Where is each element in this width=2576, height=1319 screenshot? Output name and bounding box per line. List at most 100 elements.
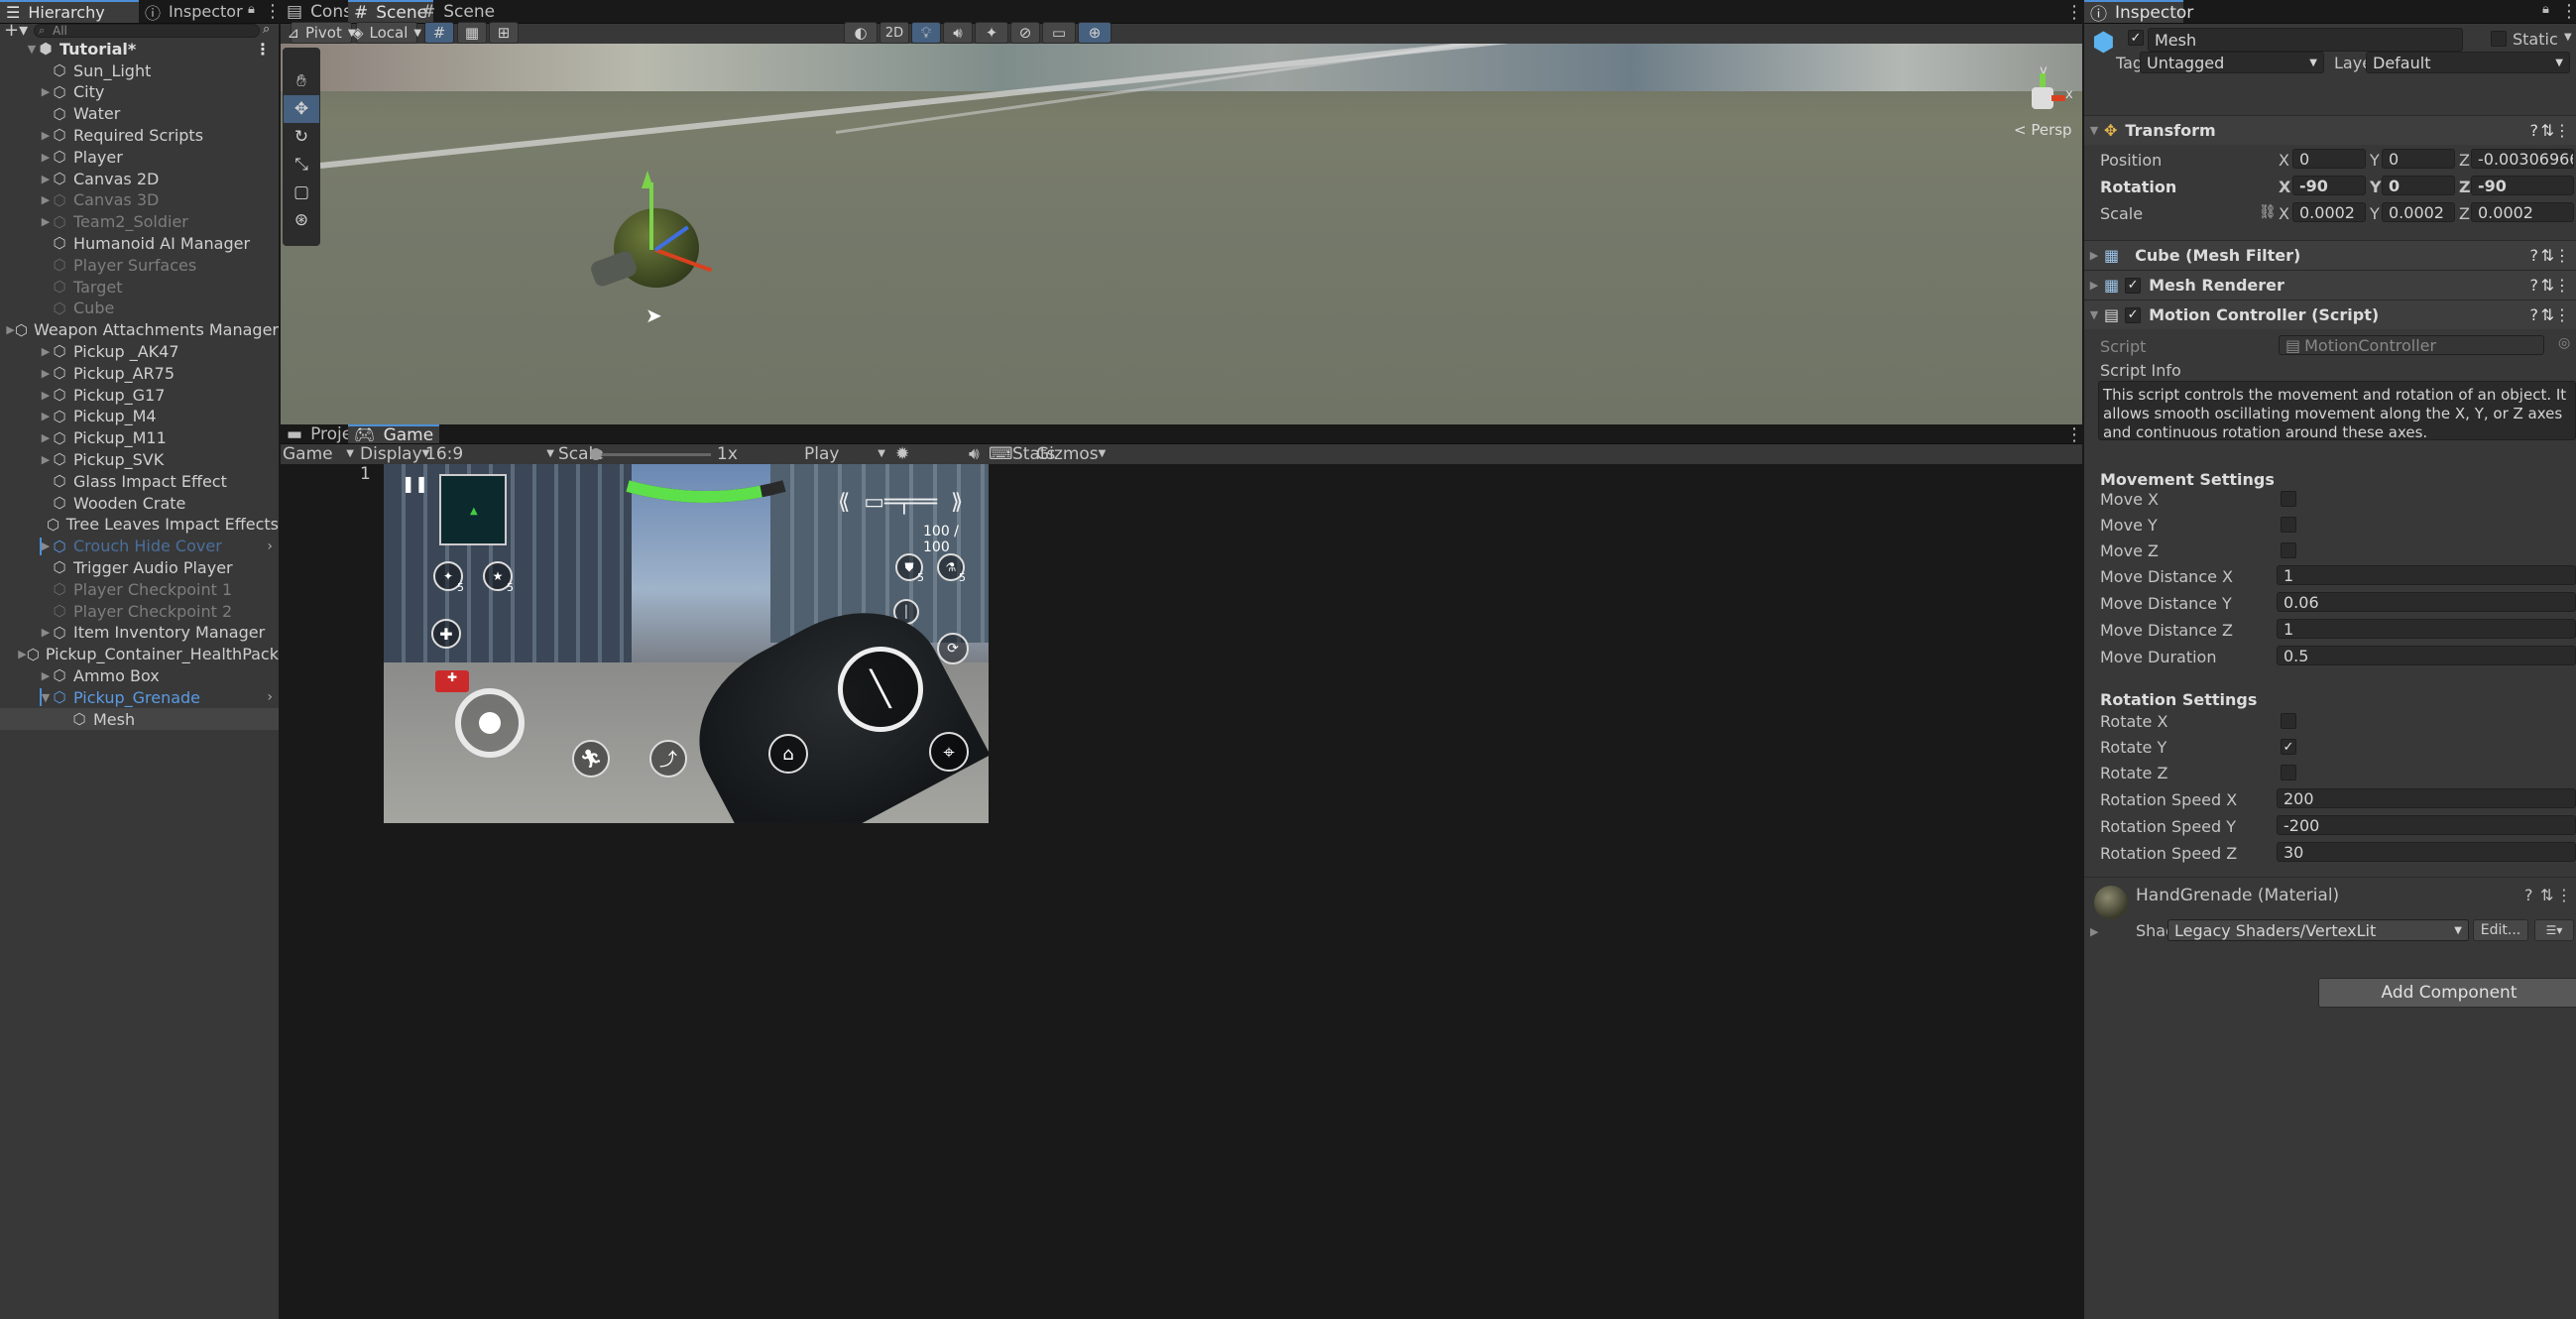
pause-button[interactable]: ❚❚ (402, 474, 428, 493)
help-icon[interactable]: ? (2524, 886, 2533, 904)
effects-dropdown[interactable]: ✦ (975, 22, 1008, 44)
tab-inspector[interactable]: ⓘ Inspector (2084, 0, 2193, 25)
rotation-speed-y-field[interactable]: -200 (2277, 815, 2576, 835)
help-icon[interactable]: ? (2530, 305, 2539, 324)
hierarchy-item[interactable]: ⬡ Target (0, 276, 279, 298)
move-tool-icon[interactable]: ✥ (284, 95, 319, 123)
hierarchy-item[interactable]: ▶ ⬡ Ammo Box (0, 664, 279, 686)
scale-slider-handle[interactable] (590, 448, 602, 460)
link-icon[interactable]: ⛓ (2259, 204, 2277, 220)
expand-arrow-icon[interactable]: ▶ (40, 410, 52, 422)
camera-dropdown[interactable]: ▭ (1042, 22, 1076, 44)
rotate-tool-icon[interactable]: ↻ (284, 123, 319, 151)
mute-audio-icon[interactable]: 🔊︎ (969, 444, 980, 464)
sprint-button[interactable]: 🏃︎ (572, 740, 610, 778)
audio-toggle[interactable]: 🔊︎ (943, 22, 973, 44)
hierarchy-item[interactable]: ▶ ⬡ Pickup_G17 (0, 384, 279, 406)
hierarchy-item[interactable]: ⬡ Sun_Light (0, 60, 279, 81)
expand-arrow-icon[interactable]: ▶ (6, 323, 14, 336)
expand-arrow-icon[interactable]: ▶ (40, 431, 52, 444)
hierarchy-item[interactable]: ▶ ⬡ Pickup_M4 (0, 406, 279, 427)
hierarchy-item[interactable]: ⬡ Cube (0, 298, 279, 319)
hierarchy-item[interactable]: ▶ ⬡ Item Inventory Manager (0, 622, 279, 644)
shortcuts-icon[interactable]: ⌨ (989, 444, 1013, 464)
hierarchy-item[interactable]: ▶ ⬡ Pickup_Container_HealthPack (0, 644, 279, 665)
hierarchy-item[interactable]: ⬡ Player Surfaces (0, 254, 279, 276)
hierarchy-item[interactable]: ▶ ⬡ Crouch Hide Cover › (0, 536, 279, 557)
rotation-speed-z-field[interactable]: 30 (2277, 842, 2576, 862)
script-info-text[interactable]: This script controls the movement and ro… (2098, 381, 2576, 440)
more-menu-icon[interactable]: ⋮ (2560, 1, 2576, 22)
chevron-right-icon[interactable]: › (267, 539, 273, 554)
shader-dropdown[interactable]: Legacy Shaders/VertexLit ▼ (2167, 919, 2469, 941)
projection-label[interactable]: < Persp (2014, 121, 2072, 139)
fire-button[interactable]: ╲ (838, 647, 923, 732)
settings-icon[interactable]: ⇅ (2541, 305, 2554, 324)
expand-arrow-icon[interactable]: ▶ (40, 151, 52, 164)
expand-arrow-icon[interactable]: ▶ (40, 345, 52, 358)
hierarchy-item[interactable]: ▶ ⬡ Team2_Soldier (0, 211, 279, 233)
expand-arrow-icon[interactable]: ▼ (26, 43, 38, 56)
joystick[interactable] (455, 688, 525, 758)
lock-icon[interactable]: 🔒︎ (2542, 2, 2549, 17)
scene-root-row[interactable]: ▼ ⬢ Tutorial* ⋮ (0, 38, 279, 60)
lock-icon[interactable]: 🔒︎ (248, 2, 255, 17)
hierarchy-item[interactable]: ▶ ⬡ City (0, 81, 279, 103)
transform-header[interactable]: ▼ ✥ Transform ? ⇅ ⋮ (2084, 115, 2576, 145)
more-menu-icon[interactable]: ⋮ (2554, 121, 2570, 140)
more-menu-icon[interactable]: ⋮ (255, 40, 271, 59)
aim-button[interactable]: ⌖ (929, 732, 969, 772)
hierarchy-item[interactable]: ⬡ Player Checkpoint 1 (0, 578, 279, 600)
move-gizmo-y[interactable] (649, 182, 653, 250)
hierarchy-item[interactable]: ⬡ Mesh (0, 708, 279, 730)
expand-arrow-icon[interactable]: ▶ (40, 129, 52, 142)
mesh-renderer-header[interactable]: ▶ ▦ ✓ Mesh Renderer ? ⇅ ⋮ (2084, 270, 2576, 300)
expand-arrow-icon[interactable]: ▶ (40, 367, 52, 380)
rotate-y-checkbox[interactable]: ✓ (2281, 739, 2296, 755)
position-y-field[interactable]: 0 (2382, 149, 2455, 169)
move-x-checkbox[interactable] (2281, 491, 2296, 507)
hierarchy-item[interactable]: ▶ ⬡ Weapon Attachments Manager (0, 319, 279, 341)
mesh-filter-header[interactable]: ▶ ▦ Cube (Mesh Filter) ? ⇅ ⋮ (2084, 240, 2576, 270)
expand-arrow-icon[interactable]: ▶ (40, 669, 52, 682)
active-checkbox[interactable]: ✓ (2128, 30, 2144, 46)
rotation-speed-x-field[interactable]: 200 (2277, 788, 2576, 808)
hierarchy-item[interactable]: ⬡ Humanoid AI Manager (0, 232, 279, 254)
hierarchy-item[interactable]: ▶ ⬡ Required Scripts (0, 124, 279, 146)
move-distance-x-field[interactable]: 1 (2277, 565, 2576, 585)
move-distance-y-field[interactable]: 0.06 (2277, 592, 2576, 612)
scale-x-field[interactable]: 0.0002 (2292, 202, 2366, 222)
move-distance-z-field[interactable]: 1 (2277, 619, 2576, 639)
hierarchy-item[interactable]: ▶ ⬡ Pickup _AK47 (0, 340, 279, 362)
joystick-knob[interactable] (479, 712, 501, 734)
more-menu-icon[interactable]: ⋮ (2556, 886, 2572, 904)
position-z-field[interactable]: -0.003069661 (2471, 149, 2574, 169)
search-options-icon[interactable]: ⌕ (263, 22, 270, 37)
expand-arrow-icon[interactable]: ▶ (40, 85, 52, 98)
more-menu-icon[interactable]: ⋮ (2554, 246, 2570, 265)
more-menu-icon[interactable]: ⋮ (2554, 305, 2570, 324)
more-menu-icon[interactable]: ⋮ (2065, 424, 2083, 445)
mesh-renderer-enabled-checkbox[interactable]: ✓ (2125, 277, 2142, 294)
layer-dropdown[interactable]: Default ▼ (2366, 52, 2570, 73)
move-z-checkbox[interactable] (2281, 542, 2296, 558)
rotate-z-checkbox[interactable] (2281, 765, 2296, 780)
tab-game[interactable]: 🎮︎ Game (348, 424, 440, 445)
gizmos-dropdown[interactable]: Gizmos ▼ (1036, 444, 1106, 464)
scale-tool-icon[interactable]: ⤡ (284, 151, 319, 179)
hierarchy-item[interactable]: ▶ ⬡ Canvas 2D (0, 168, 279, 189)
local-dropdown[interactable]: ◈ Local ▼ (352, 22, 421, 44)
2d-toggle[interactable]: 2D (879, 22, 909, 44)
target-icon[interactable]: ◎ (2558, 335, 2570, 351)
hidden-objects-toggle[interactable]: ⊘ (1010, 22, 1040, 44)
scale-z-field[interactable]: 0.0002 (2471, 202, 2574, 222)
expand-arrow-icon[interactable]: ▶ (2088, 249, 2100, 262)
reload-button[interactable]: ⟳ (937, 633, 969, 664)
chevron-right-icon[interactable]: › (267, 689, 273, 705)
heal-button[interactable]: ✚ (431, 619, 461, 649)
hierarchy-item[interactable]: ⬡ Player Checkpoint 2 (0, 600, 279, 622)
hierarchy-item[interactable]: ▶ ⬡ Pickup_M11 (0, 427, 279, 449)
tab-inspector-left[interactable]: ⓘ Inspector (139, 0, 249, 23)
weapon-switcher[interactable]: ⟪ ▭═╤══ ⟫ (838, 490, 963, 515)
shader-options-dropdown[interactable]: ☰▾ (2534, 919, 2574, 941)
